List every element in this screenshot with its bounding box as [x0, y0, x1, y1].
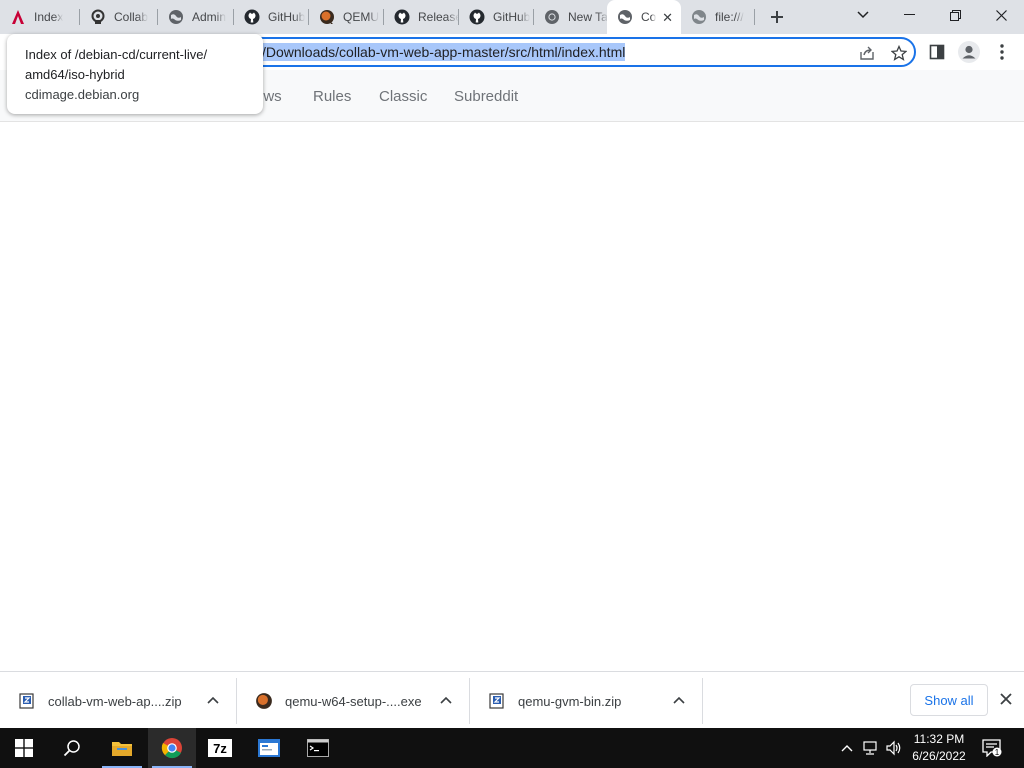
tab-search-button[interactable]	[840, 0, 886, 30]
more-menu-icon[interactable]	[992, 42, 1012, 62]
start-button[interactable]	[0, 728, 48, 768]
clock-time: 11:32 PM	[913, 732, 965, 746]
application-window-icon	[258, 739, 280, 757]
zip-file-icon	[488, 692, 506, 710]
chevron-up-icon[interactable]	[206, 693, 220, 707]
volume-icon[interactable]	[884, 738, 904, 758]
chevron-up-icon[interactable]	[672, 693, 686, 707]
github-icon	[244, 9, 260, 25]
screen: Index Collab Admin GitHub QEMU Releas Gi…	[0, 0, 1024, 768]
download-filename: qemu-gvm-bin.zip	[518, 693, 622, 709]
show-all-downloads-button[interactable]: Show all	[910, 684, 988, 716]
download-item[interactable]: collab-vm-web-ap....zip	[0, 678, 237, 724]
bookmark-star-icon[interactable]	[890, 44, 908, 62]
download-filename: qemu-w64-setup-....exe	[285, 693, 422, 709]
github-icon	[469, 9, 485, 25]
tab-github-2[interactable]: GitHub	[459, 0, 534, 34]
nav-link-subreddit[interactable]: Subreddit	[454, 88, 518, 105]
7zip-icon: 7z	[208, 739, 232, 757]
hover-card-host: cdimage.debian.org	[25, 87, 140, 102]
close-icon[interactable]: ✕	[662, 10, 673, 26]
tab-qemu[interactable]: QEMU	[309, 0, 384, 34]
globe-icon	[168, 9, 184, 25]
windows-taskbar: 7z 11:32 PM 6/26/2022 1	[0, 728, 1024, 768]
zip-file-icon	[18, 692, 36, 710]
network-icon[interactable]	[861, 738, 881, 758]
qemu-icon	[255, 692, 273, 710]
taskbar-7zip[interactable]: 7z	[196, 728, 244, 768]
taskbar-terminal[interactable]	[294, 728, 342, 768]
nav-link-classic[interactable]: Classic	[379, 88, 427, 105]
taskbar-app-window[interactable]	[245, 728, 293, 768]
chrome-icon	[544, 9, 560, 25]
tab-label: Co	[641, 10, 657, 24]
tab-label: QEMU	[343, 10, 379, 24]
address-bar[interactable]: /Downloads/collab-vm-web-app-master/src/…	[234, 37, 916, 67]
hover-card-title-line-1: Index of /debian-cd/current-live/	[25, 47, 208, 62]
system-clock[interactable]: 11:32 PM 6/26/2022	[905, 731, 973, 765]
taskbar-chrome[interactable]	[148, 728, 196, 768]
profile-avatar-icon[interactable]	[957, 40, 981, 64]
notification-center-icon[interactable]: 1	[982, 738, 1002, 758]
svg-text:7z: 7z	[213, 741, 227, 756]
window-close-button[interactable]	[978, 0, 1024, 30]
tab-active[interactable]: Co ✕	[607, 0, 681, 34]
tab-label: Releases	[418, 10, 459, 24]
download-item[interactable]: qemu-w64-setup-....exe	[237, 678, 470, 724]
terminal-icon	[307, 739, 329, 757]
tab-github[interactable]: GitHub	[234, 0, 309, 34]
tab-label: Admin	[192, 10, 227, 24]
debian-icon	[10, 9, 26, 25]
download-shelf: collab-vm-web-ap....zip qemu-w64-setup-.…	[0, 671, 1024, 728]
tab-file[interactable]: file:///	[681, 0, 755, 34]
github-icon	[394, 9, 410, 25]
tab-divider	[754, 9, 755, 25]
close-icon	[995, 9, 1007, 21]
side-panel-icon[interactable]	[927, 42, 947, 62]
page-content: ews Rules Classic Subreddit	[0, 70, 1024, 671]
restore-button[interactable]	[932, 0, 978, 30]
folder-icon	[112, 742, 132, 756]
collab-icon	[90, 9, 106, 25]
new-tab-button[interactable]	[764, 5, 790, 29]
taskbar-file-explorer[interactable]	[98, 728, 146, 768]
nav-link-rules[interactable]: Rules	[313, 88, 351, 105]
windows-logo-icon	[15, 739, 33, 757]
clock-date: 6/26/2022	[912, 749, 966, 763]
tab-label: GitHub	[268, 10, 306, 24]
tab-collab[interactable]: Collab	[80, 0, 158, 34]
tab-index[interactable]: Index	[0, 0, 80, 34]
share-icon[interactable]	[858, 44, 876, 62]
chrome-icon	[161, 738, 182, 759]
chevron-up-icon[interactable]	[439, 693, 453, 707]
minimize-button[interactable]	[886, 0, 932, 30]
globe-icon	[691, 9, 707, 25]
hover-card-title-line-2: amd64/iso-hybrid	[25, 67, 125, 82]
restore-icon	[949, 9, 961, 21]
tab-new-tab[interactable]: New Tab	[534, 0, 609, 34]
taskbar-search-button[interactable]	[48, 728, 96, 768]
search-icon	[63, 740, 80, 757]
tab-admin[interactable]: Admin	[158, 0, 234, 34]
address-url[interactable]: /Downloads/collab-vm-web-app-master/src/…	[262, 43, 626, 61]
qemu-icon	[319, 9, 335, 25]
tab-releases[interactable]: Releases	[384, 0, 459, 34]
tab-label: file:///	[715, 10, 744, 24]
globe-icon	[617, 9, 633, 25]
tab-label: GitHub	[493, 10, 531, 24]
plus-icon	[771, 11, 783, 23]
tab-label: New Tab	[568, 10, 609, 24]
download-filename: collab-vm-web-ap....zip	[48, 693, 182, 709]
tab-hover-card: Index of /debian-cd/current-live/ amd64/…	[7, 34, 263, 114]
show-hidden-icons-chevron[interactable]	[837, 738, 857, 758]
tab-label: Collab	[114, 10, 149, 24]
close-download-shelf-icon[interactable]	[997, 690, 1015, 708]
tab-strip: Index Collab Admin GitHub QEMU Releas Gi…	[0, 0, 1024, 34]
chevron-down-icon	[857, 11, 869, 19]
tab-label: Index	[34, 10, 64, 24]
download-item[interactable]: qemu-gvm-bin.zip	[470, 678, 703, 724]
minimize-icon	[903, 14, 915, 15]
notification-count: 1	[995, 748, 1000, 757]
